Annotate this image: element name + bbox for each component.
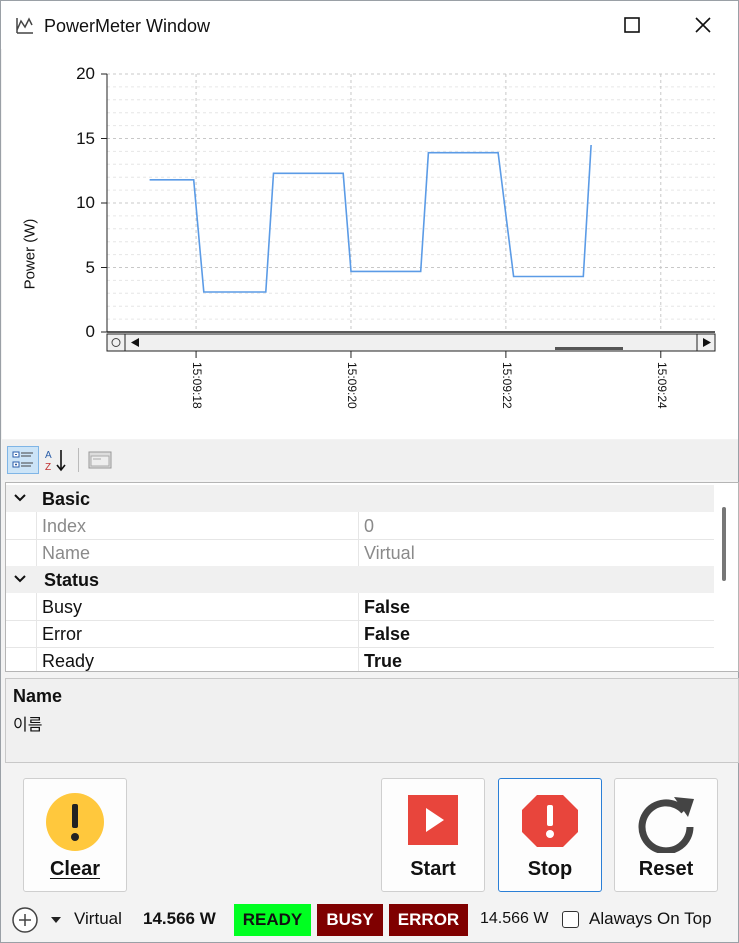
plot-svg [101,73,716,358]
power-reading-bold: 14.566 W [143,909,216,928]
property-key: Ready [42,651,95,671]
property-row-busy[interactable]: Busy False [6,593,714,621]
property-row-index[interactable]: Index 0 [6,512,714,540]
property-pages-icon [88,451,112,469]
stop-label: Stop [527,858,573,880]
reset-label: Reset [638,858,694,880]
property-pages-button[interactable] [84,446,116,474]
start-button[interactable]: Start [381,778,485,892]
close-icon [695,17,711,33]
chart-scrollbar [106,333,716,352]
stop-button[interactable]: Stop [498,778,602,892]
ready-badge: READY [234,904,311,936]
toolbar-separator [78,448,79,472]
property-row-ready[interactable]: Ready True [6,647,714,671]
reset-arrow-icon [638,797,694,853]
window-title: PowerMeter Window [44,16,211,36]
clear-button[interactable]: Clear [23,778,127,892]
category-basic[interactable]: Basic [6,485,714,512]
scrollbar-thumb [555,347,623,350]
close-button[interactable] [668,1,738,49]
property-key: Error [42,624,82,644]
categorized-icon [12,451,33,468]
property-value: True [364,651,403,671]
add-circle-icon[interactable] [11,906,39,934]
category-label: Basic [42,489,91,509]
property-key: Name [42,543,91,563]
property-value: Virtual [364,543,415,563]
dropdown-arrow-icon[interactable] [50,916,62,924]
powermeter-window: PowerMeter Window Power (W) 0 5 10 15 20 15:… [0,0,739,943]
property-value: False [364,597,411,617]
svg-text:Z: Z [45,462,51,473]
app-icon [16,17,33,34]
clear-label: Clear [49,858,101,880]
chevron-down-icon[interactable] [13,491,27,505]
sort-alphabetical-button[interactable]: A Z [40,446,72,474]
svg-text:A: A [45,450,52,461]
always-on-top-label[interactable]: Alaways On Top [589,909,712,929]
property-key: Index [42,516,87,536]
maximize-icon [624,17,640,33]
property-grid: Basic Index 0 Name Virtual Status Busy F… [5,482,739,672]
busy-badge: BUSY [317,904,383,936]
series-line [149,144,592,293]
description-pane: Name 이름 [5,678,739,763]
reset-button[interactable]: Reset [614,778,718,892]
error-badge: ERROR [389,904,468,936]
property-value: False [364,624,411,644]
description-text: 이름 [13,717,43,734]
play-icon [408,795,458,845]
title-bar: PowerMeter Window [1,1,738,49]
status-bar: Virtual 14.566 W READY BUSY ERROR 14.566… [2,898,738,942]
property-toolbar: A Z [2,440,738,480]
property-row-name[interactable]: Name Virtual [6,539,714,567]
sort-az-icon: A Z [45,450,66,473]
power-chart: Power (W) 0 5 10 15 20 15:09:18 15:09:20 15:09… [2,49,738,439]
property-row-error[interactable]: Error False [6,620,714,648]
property-value: 0 [364,516,375,536]
start-label: Start [410,858,456,880]
warning-icon [46,793,104,851]
category-status[interactable]: Status [6,566,714,593]
categorized-button[interactable] [7,446,39,474]
maximize-button[interactable] [597,1,667,49]
always-on-top-checkbox[interactable] [562,911,579,928]
device-name: Virtual [74,909,122,928]
stop-octagon-icon [522,795,578,847]
description-title: Name [13,686,63,706]
grid-scrollbar[interactable] [722,507,726,581]
category-label: Status [44,570,100,590]
chevron-down-icon[interactable] [13,572,27,586]
power-reading: 14.566 W [480,910,549,927]
property-key: Busy [42,597,83,617]
